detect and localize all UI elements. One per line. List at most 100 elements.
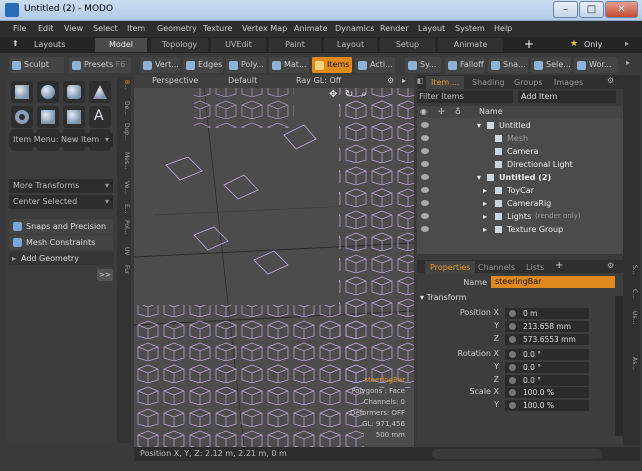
add-properties-tab-button[interactable]: + xyxy=(555,260,563,271)
item-menu-dropdown[interactable]: Item Menu: New Item xyxy=(9,133,113,147)
keyframe-icon[interactable] xyxy=(509,310,516,317)
menu-select[interactable]: Select xyxy=(93,24,118,33)
side-tab-deform[interactable]: De... xyxy=(118,101,130,115)
3d-viewport[interactable]: Perspective Default Ray GL: Off ⚙ ▸ ✥ ↻ … xyxy=(134,75,414,447)
lock-column-icon[interactable]: ✢ xyxy=(438,107,445,116)
capsule-tool[interactable] xyxy=(37,106,59,128)
text-tool[interactable]: A xyxy=(89,106,111,128)
list-item[interactable]: ▾ Untitled xyxy=(417,119,623,132)
layouts-label[interactable]: Layouts xyxy=(34,40,65,49)
expand-arrow-icon[interactable]: ▾ xyxy=(477,119,481,132)
tab-groups[interactable]: Groups xyxy=(509,76,548,89)
menu-edit[interactable]: Edit xyxy=(38,24,54,33)
properties-scrollbar[interactable] xyxy=(615,296,623,436)
menu-animate[interactable]: Animate xyxy=(294,24,328,33)
falloff-button[interactable]: Falloff xyxy=(445,57,485,73)
eye-icon[interactable] xyxy=(421,161,429,167)
rotation-y-field[interactable]: 0.0 ° xyxy=(505,362,589,373)
cone-tool[interactable] xyxy=(89,81,111,103)
menu-texture[interactable]: Texture xyxy=(203,24,232,33)
side-tab-basic[interactable]: B... xyxy=(118,80,130,90)
side-tab-c[interactable]: C... xyxy=(626,289,638,299)
items-mode-button[interactable]: Items xyxy=(312,57,352,73)
more-transforms-dropdown[interactable]: More Transforms xyxy=(9,179,113,193)
keyframe-icon[interactable] xyxy=(509,336,516,343)
eye-icon[interactable] xyxy=(421,187,429,193)
expand-arrow-icon[interactable]: ▾ xyxy=(477,171,481,184)
tab-uvedit[interactable]: UVEdit xyxy=(211,38,266,52)
mesh-constraints-button[interactable]: Mesh Constraints xyxy=(9,235,113,250)
expand-button[interactable]: >> xyxy=(97,269,113,281)
action-center-button[interactable]: Acti... xyxy=(355,57,395,73)
viewport-expand-icon[interactable]: ▸ xyxy=(402,76,406,85)
menu-layout[interactable]: Layout xyxy=(418,24,445,33)
viewport-gear-icon[interactable]: ⚙ xyxy=(387,76,394,85)
workplane-button[interactable]: Wor... xyxy=(574,57,618,73)
tube-tool[interactable] xyxy=(63,106,85,128)
zoom-icon[interactable]: ⌕ xyxy=(361,89,367,100)
keyframe-icon[interactable] xyxy=(509,364,516,371)
eye-icon[interactable] xyxy=(421,226,429,232)
vertices-mode-button[interactable]: Vert... xyxy=(140,57,180,73)
sphere-tool[interactable] xyxy=(37,81,59,103)
eye-icon[interactable] xyxy=(421,174,429,180)
only-toggle[interactable]: Only xyxy=(584,40,602,49)
keyframe-icon[interactable] xyxy=(509,351,516,358)
add-layout-tab-button[interactable]: + xyxy=(524,37,534,51)
tab-properties[interactable]: Properties xyxy=(425,261,476,274)
side-tab-polygon[interactable]: Pol... xyxy=(118,220,130,234)
tab-channels[interactable]: Channels xyxy=(473,261,520,274)
sculpt-button[interactable]: Sculpt xyxy=(9,57,64,73)
expand-arrow-icon[interactable]: ▸ xyxy=(483,223,487,236)
shading-dropdown[interactable]: Default xyxy=(228,76,257,85)
properties-gear-icon[interactable]: ⚙ xyxy=(607,261,614,270)
layouts-icon[interactable]: ⬆ xyxy=(12,39,19,48)
maximize-button[interactable]: □ xyxy=(579,1,604,18)
eye-icon[interactable] xyxy=(421,135,429,141)
cylinder-tool[interactable] xyxy=(63,81,85,103)
expand-arrow-icon[interactable]: ▸ xyxy=(483,210,487,223)
keyframe-icon[interactable] xyxy=(509,377,516,384)
side-tab-uv[interactable]: UV xyxy=(118,247,130,256)
scale-y-field[interactable]: 100.0 % xyxy=(505,400,589,411)
menu-dynamics[interactable]: Dynamics xyxy=(335,24,374,33)
panel-menu-icon[interactable]: ◧ xyxy=(417,77,424,85)
eye-icon[interactable] xyxy=(421,213,429,219)
command-input[interactable] xyxy=(432,449,602,459)
visibility-column-icon[interactable]: ◉ xyxy=(420,107,427,116)
snapping-button[interactable]: Sna... xyxy=(488,57,528,73)
raygl-toggle[interactable]: Ray GL: Off xyxy=(296,76,341,85)
menu-render[interactable]: Render xyxy=(380,24,408,33)
star-icon[interactable]: ★ xyxy=(570,39,578,49)
tab-layout[interactable]: Layout xyxy=(324,38,377,52)
snaps-precision-button[interactable]: Snaps and Precision xyxy=(9,219,113,234)
expand-arrow-icon[interactable]: ▸ xyxy=(483,184,487,197)
eye-icon[interactable] xyxy=(421,200,429,206)
side-tab-s[interactable]: S... xyxy=(626,265,638,275)
menu-view[interactable]: View xyxy=(64,24,83,33)
keyframe-icon[interactable] xyxy=(509,389,516,396)
pan-icon[interactable]: ✥ xyxy=(329,89,337,100)
tab-images[interactable]: Images xyxy=(549,76,588,89)
menu-geometry[interactable]: Geometry xyxy=(157,24,197,33)
name-field[interactable]: steeringBar xyxy=(491,276,615,288)
transform-section[interactable]: ▾ Transform xyxy=(420,293,466,302)
symmetry-button[interactable]: Sy... xyxy=(405,57,441,73)
list-item[interactable]: Directional Light xyxy=(417,158,623,171)
item-panel-gear-icon[interactable]: ⚙ xyxy=(607,76,614,85)
list-item[interactable]: ▾ Untitled (2) xyxy=(417,171,623,184)
side-tab-duplicate[interactable]: Dup... xyxy=(118,123,130,141)
tab-item-list[interactable]: Item ... xyxy=(426,76,465,89)
side-tab-fur[interactable]: Fur xyxy=(118,265,130,274)
tab-shading[interactable]: Shading xyxy=(467,76,510,89)
scale-x-field[interactable]: 100.0 % xyxy=(505,387,589,398)
tab-lists[interactable]: Lists xyxy=(521,261,549,274)
filter-items-dropdown[interactable]: Filter Items xyxy=(417,91,513,103)
tab-options-icon[interactable]: ▸ xyxy=(625,39,629,48)
type-column-icon[interactable]: ♁ xyxy=(455,107,461,116)
side-tab-vertex[interactable]: Ve... xyxy=(118,181,130,194)
minimize-button[interactable]: – xyxy=(553,1,578,18)
eye-icon[interactable] xyxy=(421,148,429,154)
menu-help[interactable]: Help xyxy=(494,24,512,33)
rotation-z-field[interactable]: 0.0 ° xyxy=(505,375,589,386)
